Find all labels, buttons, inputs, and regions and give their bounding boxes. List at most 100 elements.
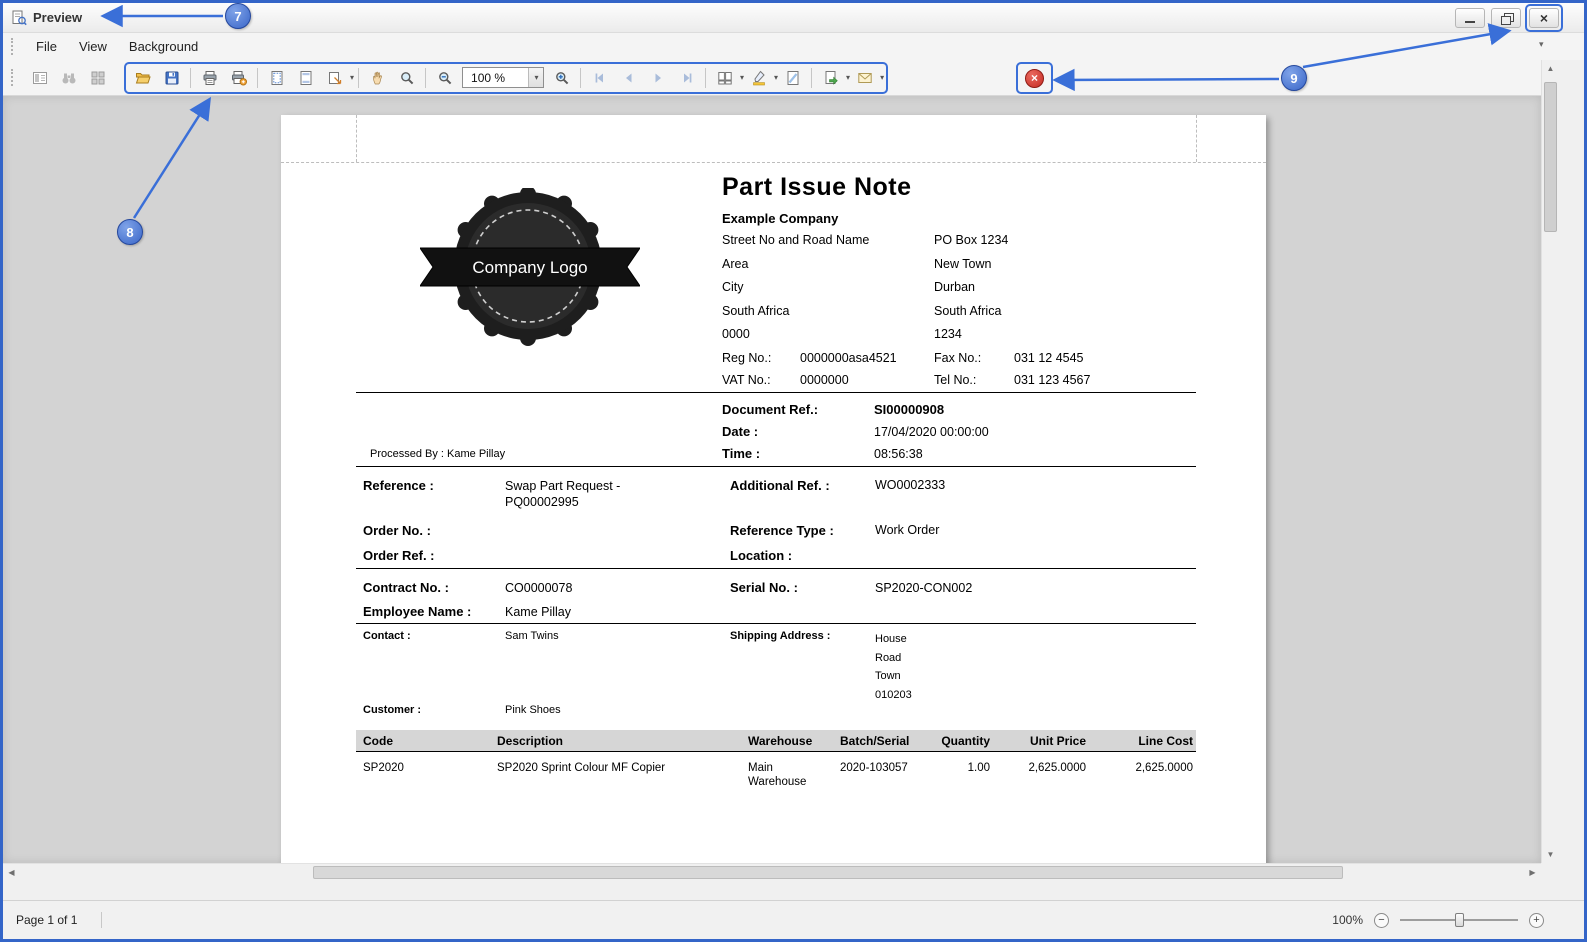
contract-no-value: CO0000078: [505, 581, 573, 595]
scroll-right-icon[interactable]: ▶: [1524, 864, 1541, 881]
print-button[interactable]: [195, 65, 224, 91]
preview-app-icon: [11, 10, 27, 26]
vertical-scrollbar[interactable]: ▲ ▼: [1541, 60, 1558, 863]
previous-page-button[interactable]: [614, 65, 643, 91]
customer-value: Pink Shoes: [505, 704, 561, 716]
processed-by: Processed By : Kame Pillay: [370, 448, 506, 460]
reference-label: Reference :: [363, 478, 434, 493]
reference-value: Swap Part Request - PQ00002995: [505, 479, 621, 509]
toolbar-grip[interactable]: [11, 69, 17, 86]
zoom-slider[interactable]: [1400, 912, 1518, 928]
multiple-pages-button[interactable]: [710, 65, 739, 91]
email-dropdown-icon[interactable]: ▾: [880, 73, 884, 82]
scale-dropdown-icon[interactable]: ▾: [350, 73, 354, 82]
close-icon: ×: [1539, 10, 1549, 26]
horizontal-scroll-thumb[interactable]: [313, 866, 1343, 879]
date-value: 17/04/2020 00:00:00: [874, 425, 989, 439]
scroll-down-icon[interactable]: ▼: [1542, 846, 1559, 863]
order-no-label: Order No. :: [363, 523, 431, 538]
toolbar-separator: [358, 67, 360, 88]
menubar-overflow-icon[interactable]: ▾: [1539, 39, 1544, 50]
preview-canvas[interactable]: Company Logo Part Issue Note Example Com…: [3, 96, 1541, 863]
page-setup-button[interactable]: [262, 65, 291, 91]
status-bar: Page 1 of 1 100% − +: [3, 900, 1584, 939]
toolbar-separator: [425, 67, 427, 88]
zoom-slider-thumb[interactable]: [1455, 913, 1464, 927]
reference-type-value: Work Order: [875, 523, 940, 537]
zoom-in-button[interactable]: [547, 65, 576, 91]
fax-no-label: Fax No.:: [934, 350, 982, 365]
contact-label: Contact :: [363, 630, 411, 642]
vat-no-label: VAT No.:: [722, 373, 771, 387]
registration-row: Reg No.: 0000000asa4521 Fax No.: 031 12 45…: [722, 347, 1196, 370]
scale-button[interactable]: [320, 65, 349, 91]
magnifier-button[interactable]: [392, 65, 421, 91]
additional-ref-label: Additional Ref. :: [730, 478, 830, 493]
watermark-button[interactable]: [778, 65, 807, 91]
company-logo: Company Logo: [420, 188, 640, 348]
menu-background[interactable]: Background: [118, 35, 209, 58]
send-email-button[interactable]: [850, 65, 879, 91]
tel-no-label: Tel No.:: [934, 373, 977, 387]
save-button[interactable]: [157, 65, 186, 91]
horizontal-scrollbar[interactable]: ◀ ▶: [3, 863, 1541, 880]
export-document-button[interactable]: [816, 65, 845, 91]
annotation-box-close-preview: ×: [1016, 62, 1053, 94]
maximize-button[interactable]: [1491, 8, 1521, 28]
search-button[interactable]: [54, 65, 83, 91]
col-line-cost: Line Cost: [1138, 733, 1193, 748]
toolbar-separator: [580, 67, 582, 88]
menu-bar: File View Background ▾: [3, 33, 1584, 60]
order-ref-label: Order Ref. :: [363, 548, 435, 563]
window-title: Preview: [33, 10, 83, 25]
maximize-icon: [1500, 13, 1514, 25]
thumbnails-button[interactable]: [83, 65, 112, 91]
menu-file[interactable]: File: [25, 35, 68, 58]
open-button[interactable]: [128, 65, 157, 91]
annotation-box-close-button: ×: [1525, 4, 1563, 32]
menubar-grip[interactable]: [11, 38, 17, 55]
next-page-button[interactable]: [643, 65, 672, 91]
menu-view[interactable]: View: [68, 35, 118, 58]
document-ref-section: Document Ref.: SI00000908 Date : 17/04/202…: [356, 393, 1196, 466]
header-footer-button[interactable]: [291, 65, 320, 91]
minimize-button[interactable]: [1455, 8, 1485, 28]
scroll-left-icon[interactable]: ◀: [3, 864, 20, 881]
zoom-out-button[interactable]: [430, 65, 459, 91]
page-color-button[interactable]: [744, 65, 773, 91]
toolbar-separator: [257, 67, 258, 88]
location-label: Location :: [730, 548, 793, 563]
company-name: Example Company: [722, 211, 839, 226]
address-row: Area New Town: [722, 256, 992, 271]
employee-name-value: Kame Pillay: [505, 605, 571, 619]
report-title: Part Issue Note: [722, 173, 912, 201]
first-page-button[interactable]: [585, 65, 614, 91]
items-table: Code Description Warehouse Batch/Serial …: [356, 730, 1196, 789]
contract-no-label: Contract No. :: [363, 580, 449, 595]
zoom-dropdown-button[interactable]: ▾: [528, 68, 544, 87]
address-row: Street No and Road Name PO Box 1234: [722, 233, 1009, 247]
company-logo-text: Company Logo: [472, 258, 587, 277]
toolbar-overflow-icon[interactable]: ▾: [1061, 73, 1066, 84]
chevron-down-icon: ▾: [534, 73, 539, 82]
serial-no-label: Serial No. :: [730, 580, 798, 595]
toolbar-separator: [811, 67, 813, 88]
last-page-button[interactable]: [672, 65, 701, 91]
zoom-combobox[interactable]: 100 % ▾: [462, 67, 545, 88]
zoom-plus-button[interactable]: +: [1529, 912, 1544, 928]
document-map-button[interactable]: [25, 65, 54, 91]
vertical-scroll-thumb[interactable]: [1544, 82, 1557, 232]
report-page: Company Logo Part Issue Note Example Com…: [281, 115, 1266, 863]
margin-guide-right: [1196, 115, 1197, 162]
time-value: 08:56:38: [874, 447, 923, 461]
quick-print-button[interactable]: [224, 65, 253, 91]
hand-tool-button[interactable]: [363, 65, 392, 91]
minimize-icon: [1465, 20, 1475, 23]
col-code: Code: [363, 733, 393, 748]
close-preview-button[interactable]: ×: [1020, 65, 1049, 91]
close-button[interactable]: ×: [1529, 8, 1559, 28]
statusbar-separator: [101, 912, 103, 928]
time-label: Time :: [722, 446, 761, 461]
scroll-up-icon[interactable]: ▲: [1542, 60, 1559, 77]
zoom-minus-button[interactable]: −: [1374, 912, 1389, 928]
